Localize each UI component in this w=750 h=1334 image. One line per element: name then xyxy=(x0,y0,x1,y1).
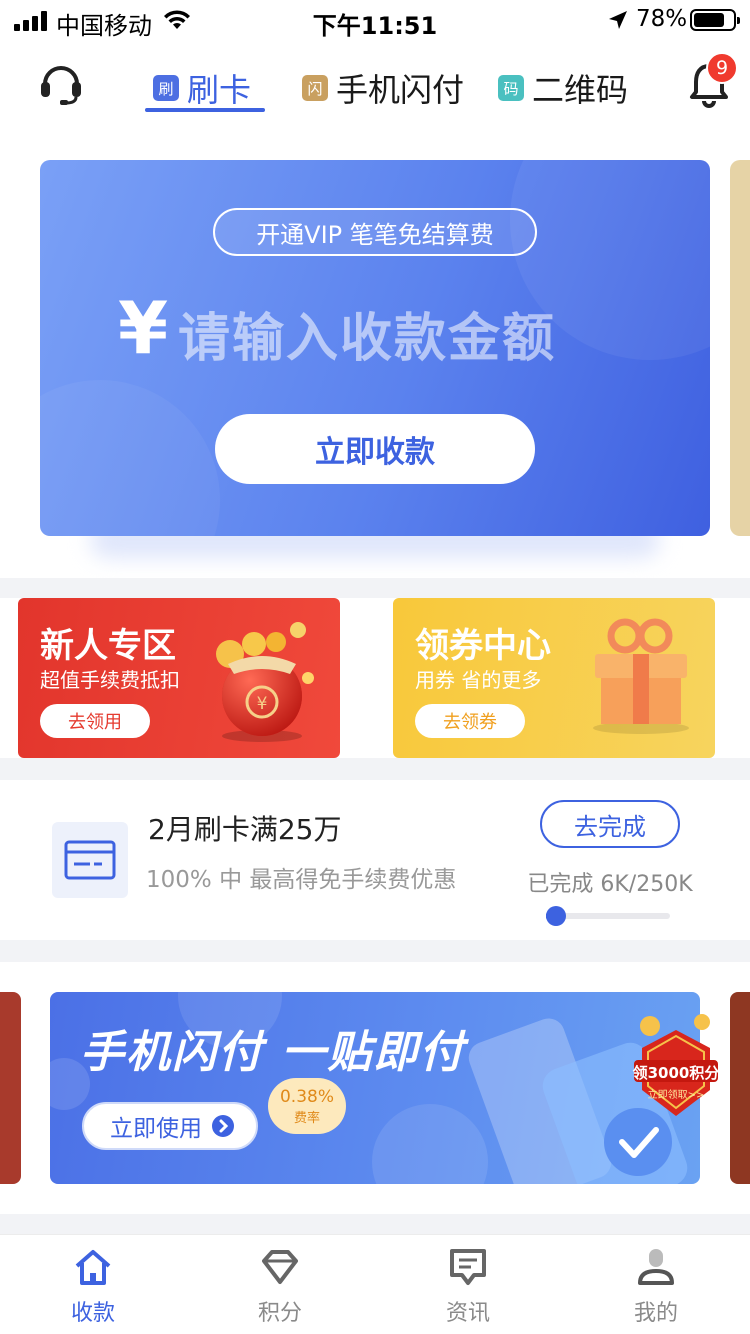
tabbar-label-news: 资讯 xyxy=(445,1301,490,1326)
rate-label: 费率 xyxy=(293,1110,320,1126)
battery-percent: 78% xyxy=(636,6,688,32)
points-tag-subtext: 立即领取>> xyxy=(647,1090,705,1101)
tab-card[interactable]: 刷 刷卡 xyxy=(153,64,251,112)
promo-newcomer-card[interactable]: 新人专区 超值手续费抵扣 去领用 ¥ xyxy=(18,598,340,758)
currency-symbol: ¥ xyxy=(118,286,169,370)
card-task-icon xyxy=(52,822,128,898)
previous-banner-peek[interactable] xyxy=(0,992,21,1184)
tab-card-label: 刷卡 xyxy=(187,71,252,109)
tabbar-label-collect: 收款 xyxy=(70,1301,115,1326)
diamond-icon xyxy=(262,1250,298,1284)
points-tag-text: 领3000积分 xyxy=(632,1064,720,1082)
active-tab-indicator xyxy=(145,108,265,112)
promo-coupon-title: 领券中心 xyxy=(415,626,551,666)
message-icon xyxy=(450,1249,486,1285)
banner-title: 手机闪付 一贴即付 xyxy=(80,1027,466,1078)
tab-qr-code[interactable]: 码 二维码 xyxy=(498,64,628,112)
promo-coupon-subtitle: 用券 省的更多 xyxy=(415,668,542,692)
task-progress-text: 已完成 6K/250K xyxy=(527,872,693,897)
task-description: 100% 中 最高得免手续费优惠 xyxy=(146,867,457,893)
tabbar-item-collect[interactable]: 收款 xyxy=(33,1245,153,1331)
use-now-button-label: 立即使用 xyxy=(110,1116,202,1142)
rate-badge: 0.38% 费率 xyxy=(268,1078,346,1134)
vip-upgrade-pill[interactable]: 开通VIP 笔笔免结算费 xyxy=(213,208,537,256)
tabbar-item-points[interactable]: 积分 xyxy=(220,1245,340,1331)
home-icon xyxy=(75,1250,111,1285)
task-title: 2月刷卡满25万 xyxy=(148,813,342,846)
status-bar: 中国移动 下午11:51 78% xyxy=(0,0,750,40)
svg-text:¥: ¥ xyxy=(257,694,268,714)
next-card-peek[interactable] xyxy=(730,160,750,536)
tabbar-label-me: 我的 xyxy=(633,1301,678,1326)
tab-nfc-pay[interactable]: 闪 手机闪付 xyxy=(302,64,464,112)
collect-payment-card: 开通VIP 笔笔免结算费 ¥ 请输入收款金额 立即收款 xyxy=(40,160,710,536)
chevron-right-icon xyxy=(212,1115,234,1137)
tabbar-item-news[interactable]: 资讯 xyxy=(408,1245,528,1331)
top-nav: 刷 刷卡 闪 手机闪付 码 二维码 9 xyxy=(0,50,750,130)
section-divider xyxy=(0,758,750,780)
task-progress-bar xyxy=(546,906,670,926)
collect-now-button[interactable]: 立即收款 xyxy=(215,414,535,484)
amount-input[interactable]: 请输入收款金额 xyxy=(178,296,556,371)
tabbar-item-me[interactable]: 我的 xyxy=(596,1245,716,1331)
section-divider xyxy=(0,940,750,962)
next-banner-peek[interactable] xyxy=(730,992,750,1184)
promo-newcomer-subtitle: 超值手续费抵扣 xyxy=(40,668,180,692)
tabbar-label-points: 积分 xyxy=(257,1301,302,1326)
location-arrow-icon xyxy=(609,11,627,29)
tab-card-badge: 刷 xyxy=(153,75,179,101)
complete-task-button[interactable]: 去完成 xyxy=(540,800,680,848)
lucky-bag-icon: ¥ xyxy=(216,622,314,742)
battery-level xyxy=(694,13,724,27)
nfc-pay-banner[interactable]: 手机闪付 一贴即付 立即使用 0.38% 费率 xyxy=(50,992,700,1184)
bottom-tab-bar: 收款 积分 资讯 我的 xyxy=(0,1234,750,1334)
tab-qr-code-label: 二维码 xyxy=(532,71,629,109)
section-divider xyxy=(0,1214,750,1234)
promo-newcomer-button[interactable]: 去领用 xyxy=(40,704,150,738)
use-now-button[interactable]: 立即使用 xyxy=(82,1102,258,1150)
tab-nfc-pay-label: 手机闪付 xyxy=(336,71,465,109)
section-divider xyxy=(0,578,750,598)
tab-nfc-pay-badge: 闪 xyxy=(302,75,328,101)
promo-coupon-button[interactable]: 去领券 xyxy=(415,704,525,738)
monthly-task-card: 2月刷卡满25万 100% 中 最高得免手续费优惠 去完成 已完成 6K/250… xyxy=(0,780,750,940)
headset-icon[interactable] xyxy=(38,60,84,106)
promo-coupon-card[interactable]: 领券中心 用券 省的更多 去领券 xyxy=(393,598,715,758)
promo-newcomer-title: 新人专区 xyxy=(40,626,176,666)
points-reward-tag[interactable]: 领3000积分 立即领取>> xyxy=(628,1012,724,1122)
battery-icon xyxy=(690,9,740,31)
notification-count-badge: 9 xyxy=(706,52,738,84)
profile-icon xyxy=(638,1249,674,1285)
rate-value: 0.38% xyxy=(279,1086,334,1107)
task-progress-knob xyxy=(546,906,566,926)
home-screen: 中国移动 下午11:51 78% 刷 刷卡 闪 手机闪付 码 二维码 9 开通V… xyxy=(0,0,750,1334)
gift-box-icon xyxy=(593,618,689,734)
tab-qr-code-badge: 码 xyxy=(498,75,524,101)
